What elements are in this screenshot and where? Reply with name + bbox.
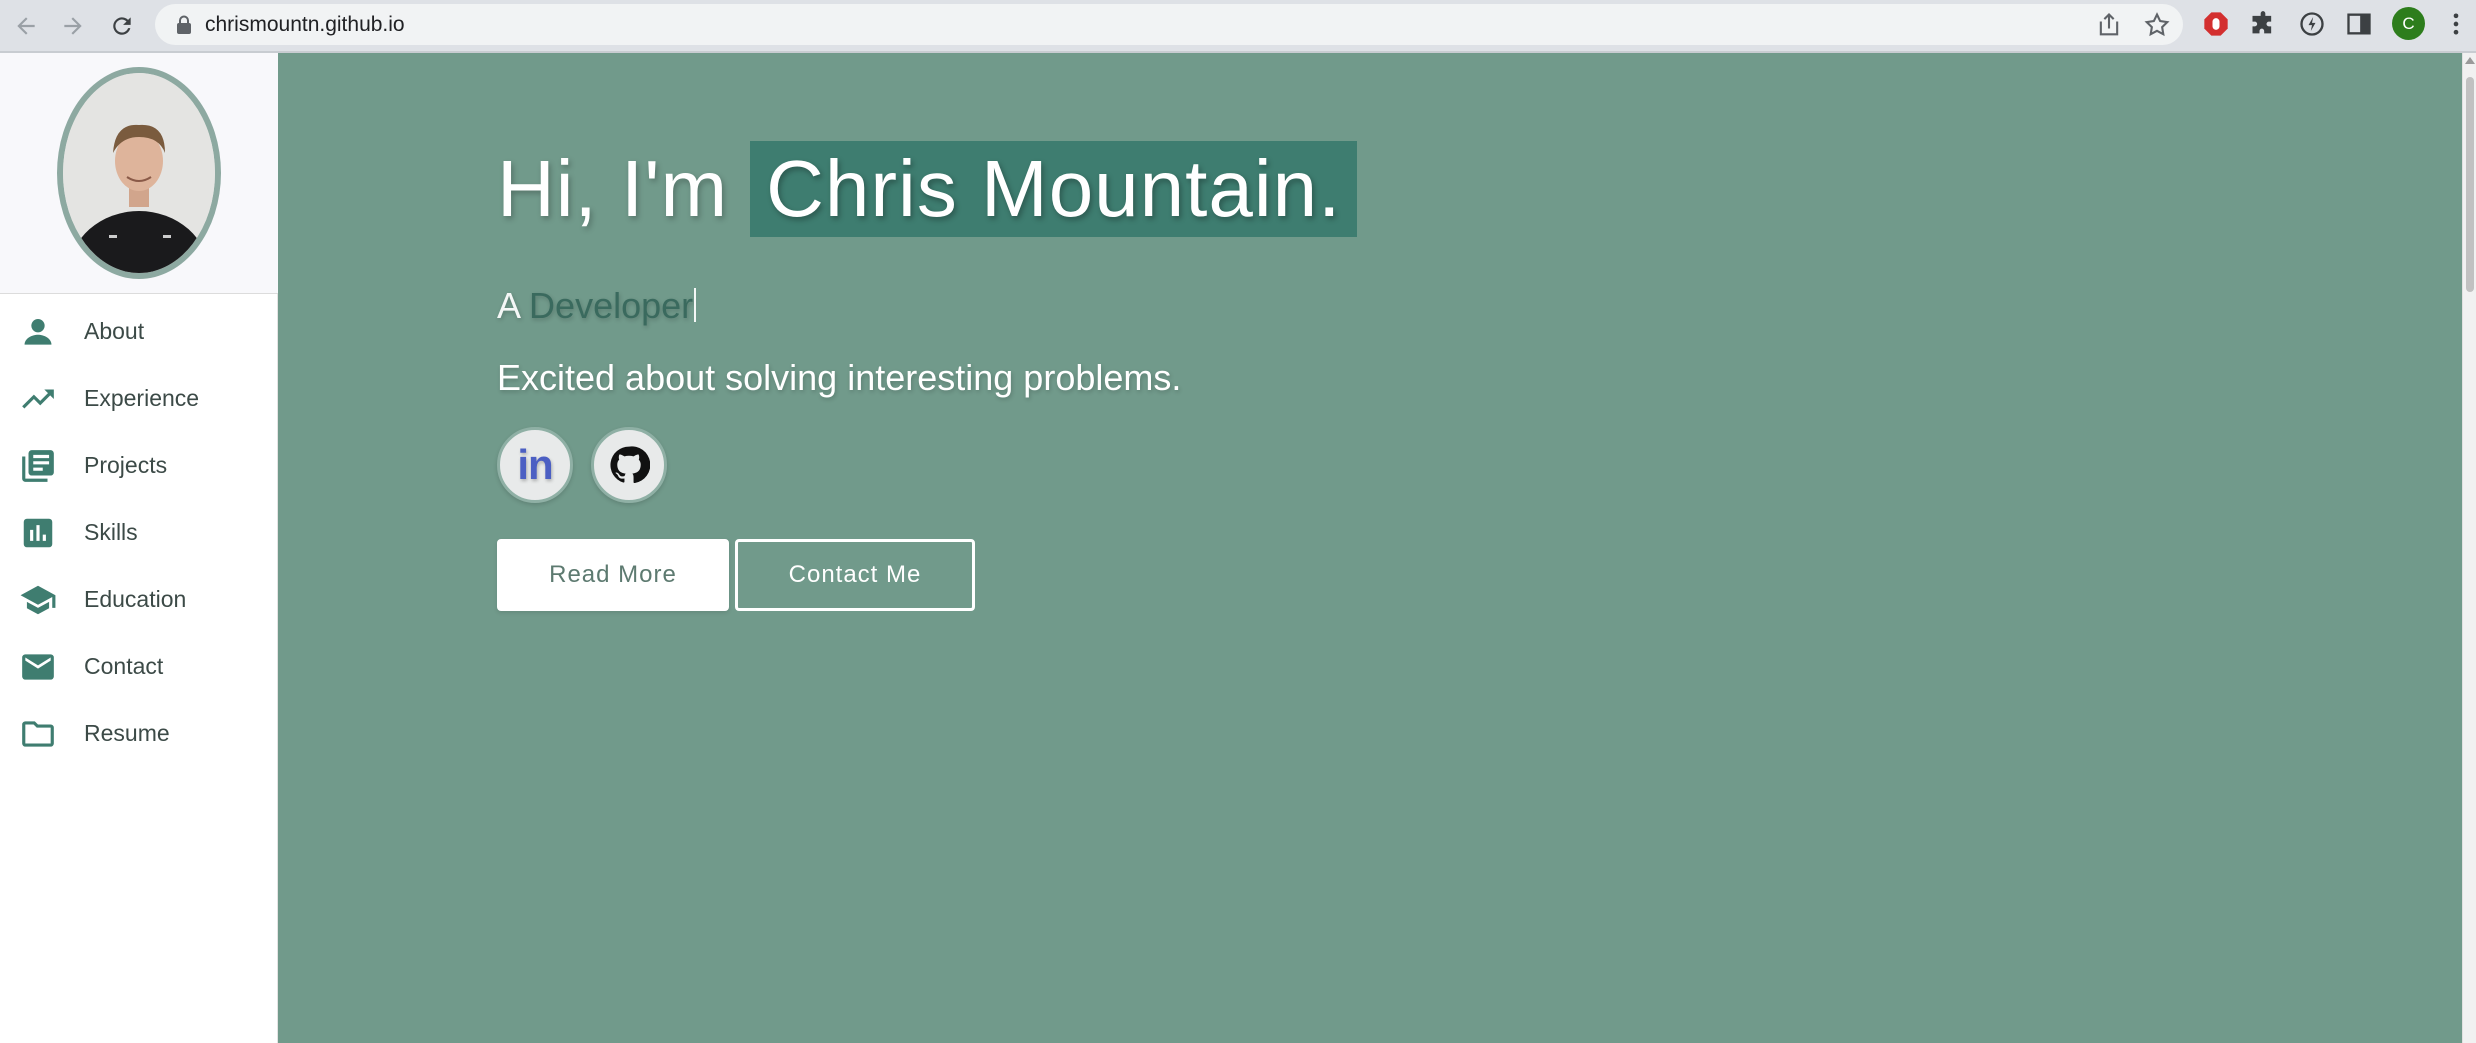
library-books-icon bbox=[18, 446, 58, 486]
browser-menu-icon[interactable] bbox=[2440, 8, 2472, 40]
forward-button[interactable] bbox=[53, 6, 93, 46]
trending-up-icon bbox=[18, 379, 58, 419]
sidebar: About Experience Projects Skills Educati… bbox=[0, 53, 278, 1043]
lock-icon bbox=[177, 15, 191, 34]
linkedin-link[interactable]: in bbox=[497, 427, 573, 503]
sidebar-item-label: Contact bbox=[84, 653, 164, 679]
tagline: Excited about solving interesting proble… bbox=[497, 357, 1182, 398]
profile-header bbox=[0, 53, 278, 294]
page-scrollbar[interactable] bbox=[2462, 53, 2476, 1043]
scroll-thumb[interactable] bbox=[2466, 77, 2474, 292]
url-text: chrismountn.github.io bbox=[205, 13, 405, 36]
sidebar-item-label: Resume bbox=[84, 720, 170, 746]
github-link[interactable] bbox=[591, 427, 667, 503]
sidebar-item-label: Skills bbox=[84, 519, 138, 545]
sidebar-item-education[interactable]: Education bbox=[0, 566, 277, 633]
sidebar-item-label: Projects bbox=[84, 452, 168, 478]
avatar bbox=[57, 67, 221, 279]
github-icon bbox=[610, 446, 650, 484]
sidebar-item-about[interactable]: About bbox=[0, 298, 277, 365]
hero-content: Hi, I'm Chris Mountain. A Developer Exci… bbox=[497, 141, 1358, 611]
hero-buttons: Read More Contact Me bbox=[497, 539, 1357, 611]
sidebar-item-skills[interactable]: Skills bbox=[0, 499, 277, 566]
bar-chart-icon bbox=[18, 513, 58, 553]
sidebar-item-resume[interactable]: Resume bbox=[0, 700, 277, 767]
hero-headline: Hi, I'm Chris Mountain. bbox=[497, 141, 1358, 237]
greeting-text: Hi, I'm bbox=[497, 144, 729, 233]
extensions-puzzle-icon[interactable] bbox=[2247, 8, 2279, 40]
role-prefix: A bbox=[497, 285, 520, 326]
typing-cursor bbox=[694, 288, 697, 322]
hero-section: Hi, I'm Chris Mountain. A Developer Exci… bbox=[278, 53, 2462, 1043]
sidebar-item-contact[interactable]: Contact bbox=[0, 633, 277, 700]
reload-icon bbox=[113, 17, 131, 35]
sidebar-item-label: About bbox=[84, 318, 145, 344]
role-word: Developer bbox=[529, 285, 694, 326]
name-highlight: Chris Mountain. bbox=[750, 141, 1358, 237]
adblock-extension-icon[interactable] bbox=[2200, 8, 2232, 40]
profile-photo bbox=[63, 73, 215, 273]
bookmark-star-icon[interactable] bbox=[2143, 11, 2171, 39]
arrow-right-icon bbox=[64, 17, 82, 35]
sidebar-item-label: Education bbox=[84, 586, 187, 612]
contact-me-button[interactable]: Contact Me bbox=[735, 539, 975, 611]
sidebar-item-experience[interactable]: Experience bbox=[0, 365, 277, 432]
school-icon bbox=[18, 580, 58, 620]
scroll-up-arrow-icon[interactable] bbox=[2465, 57, 2475, 64]
linkedin-icon: in bbox=[517, 441, 553, 488]
reload-button[interactable] bbox=[102, 6, 142, 46]
sidebar-item-projects[interactable]: Projects bbox=[0, 432, 277, 499]
address-bar[interactable]: chrismountn.github.io bbox=[155, 4, 2183, 45]
person-icon bbox=[18, 312, 58, 352]
share-icon[interactable] bbox=[2095, 11, 2123, 39]
role-line: A Developer bbox=[497, 285, 1357, 327]
back-button[interactable] bbox=[6, 6, 46, 46]
performance-extension-icon[interactable] bbox=[2296, 8, 2328, 40]
profile-avatar[interactable]: C bbox=[2392, 7, 2425, 40]
sidebar-nav: About Experience Projects Skills Educati… bbox=[0, 294, 277, 767]
social-links: in bbox=[497, 427, 1357, 503]
browser-toolbar: chrismountn.github.io C bbox=[0, 0, 2476, 53]
read-more-button[interactable]: Read More bbox=[497, 539, 729, 611]
arrow-left-icon bbox=[17, 17, 35, 35]
mail-icon bbox=[18, 647, 58, 687]
side-panel-icon[interactable] bbox=[2343, 8, 2375, 40]
folder-icon bbox=[18, 714, 58, 754]
sidebar-item-label: Experience bbox=[84, 385, 200, 411]
